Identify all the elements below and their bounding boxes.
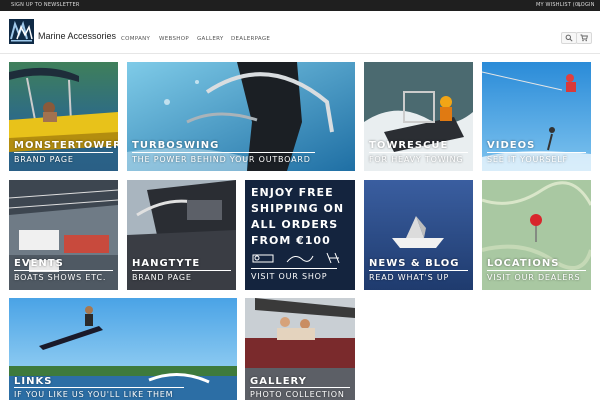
- tile-subtitle: PHOTO COLLECTION: [250, 390, 345, 399]
- tile-title: NEWS & BLOG: [369, 258, 460, 269]
- tile-title: VIDEOS: [487, 140, 536, 151]
- tile-subtitle: BOATS SHOWS ETC.: [14, 273, 107, 282]
- tile-subtitle: THE POWER BEHIND YOUR OUTBOARD: [132, 155, 311, 164]
- search-icon: [565, 34, 573, 42]
- accessory-icons: [252, 252, 340, 264]
- tile-subtitle: BRAND PAGE: [132, 273, 192, 282]
- nav-gallery[interactable]: GALLERY: [197, 36, 224, 42]
- tile-title: MONSTERTOWER: [14, 140, 118, 151]
- tile-turboswing[interactable]: TURBOSWING THE POWER BEHIND YOUR OUTBOAR…: [127, 62, 355, 171]
- tile-title: LINKS: [14, 376, 53, 387]
- tile-subtitle: BRAND PAGE: [14, 155, 74, 164]
- tile-gallery[interactable]: GALLERY PHOTO COLLECTION: [245, 298, 355, 400]
- tile-divider: [250, 387, 350, 388]
- tile-links[interactable]: LINKS IF YOU LIKE US YOU'LL LIKE THEM: [9, 298, 237, 400]
- brand-name[interactable]: Marine Accessories: [38, 31, 116, 41]
- tile-divider: [487, 270, 586, 271]
- promo-line: SHIPPING ON: [251, 202, 345, 215]
- tile-events[interactable]: EVENTS BOATS SHOWS ETC.: [9, 180, 118, 290]
- tile-monstertower[interactable]: MONSTERTOWER BRAND PAGE: [9, 62, 118, 171]
- tile-divider: [14, 152, 113, 153]
- tile-divider: [132, 152, 315, 153]
- promo-line: ALL ORDERS: [251, 218, 339, 231]
- cart-button[interactable]: [576, 32, 592, 44]
- tile-locations[interactable]: LOCATIONS VISIT OUR DEALERS: [482, 180, 591, 290]
- nav-company[interactable]: COMPANY: [121, 36, 150, 42]
- tile-title: TURBOSWING: [132, 140, 220, 151]
- cart-icon: [580, 34, 588, 42]
- tile-subtitle: IF YOU LIKE US YOU'LL LIKE THEM: [14, 390, 174, 399]
- tile-divider: [14, 270, 113, 271]
- tile-title: LOCATIONS: [487, 258, 560, 269]
- search-button[interactable]: [561, 32, 577, 44]
- tile-hangtyte[interactable]: HANGTYTE BRAND PAGE: [127, 180, 236, 290]
- tile-videos[interactable]: VIDEOS SEE IT YOURSELF: [482, 62, 591, 171]
- tile-title: TOWRESCUE: [369, 140, 449, 151]
- tile-divider: [369, 270, 468, 271]
- tile-news-blog[interactable]: NEWS & BLOG READ WHAT'S UP: [364, 180, 473, 290]
- tile-divider: [369, 152, 468, 153]
- nav-dealerpage[interactable]: DEALERPAGE: [231, 36, 270, 42]
- tile-divider: [132, 270, 231, 271]
- promo-line: FROM €100: [251, 234, 331, 247]
- top-bar: SIGN UP TO NEWSLETTER MY WISHLIST (0) LO…: [0, 0, 600, 11]
- site-header: Marine Accessories COMPANY WEBSHOP GALLE…: [0, 11, 600, 54]
- tile-title: GALLERY: [250, 376, 307, 387]
- login-link[interactable]: LOGIN: [578, 0, 595, 11]
- tile-divider: [14, 387, 184, 388]
- nav-webshop[interactable]: WEBSHOP: [159, 36, 189, 42]
- tile-subtitle: FOR HEAVY TOWING: [369, 155, 464, 164]
- tile-divider: [487, 152, 586, 153]
- visit-shop-link[interactable]: VISIT OUR SHOP: [251, 272, 327, 281]
- wishlist-link[interactable]: MY WISHLIST (0): [536, 0, 580, 11]
- promo-line: ENJOY FREE: [251, 186, 334, 199]
- tile-title: EVENTS: [14, 258, 64, 269]
- free-shipping-promo[interactable]: ENJOY FREE SHIPPING ON ALL ORDERS FROM €…: [245, 180, 355, 290]
- tile-towrescue[interactable]: TOWRESCUE FOR HEAVY TOWING: [364, 62, 473, 171]
- tile-title: HANGTYTE: [132, 258, 201, 269]
- logo-icon[interactable]: [9, 19, 34, 44]
- tile-subtitle: VISIT OUR DEALERS: [487, 273, 581, 282]
- promo-divider: [251, 268, 337, 269]
- tile-subtitle: SEE IT YOURSELF: [487, 155, 568, 164]
- newsletter-link[interactable]: SIGN UP TO NEWSLETTER: [11, 0, 80, 11]
- tile-subtitle: READ WHAT'S UP: [369, 273, 450, 282]
